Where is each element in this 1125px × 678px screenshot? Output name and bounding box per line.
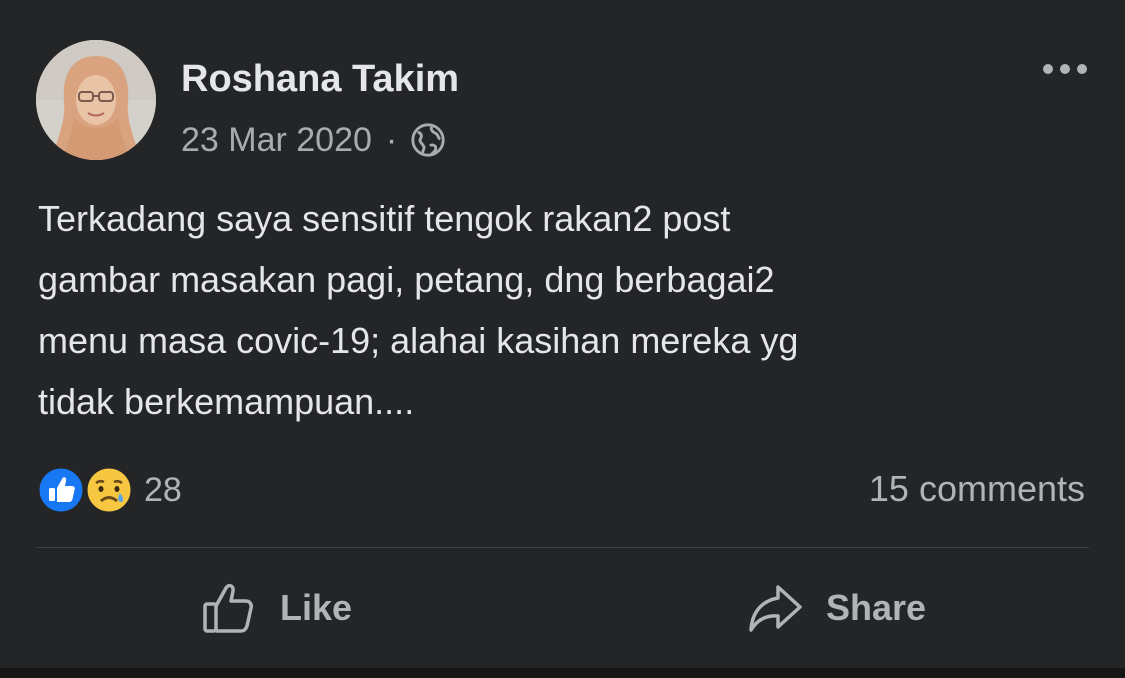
meta-separator: · [385, 120, 398, 159]
comments-count[interactable]: 15 comments [869, 468, 1085, 510]
more-dot [1060, 64, 1070, 74]
post-text-line: tidak berkemampuan.... [38, 381, 415, 422]
avatar-photo [36, 40, 156, 160]
post-meta: 23 Mar 2020 · [181, 118, 447, 162]
share-arrow-icon [749, 585, 802, 632]
post-text-line: gambar masakan pagi, petang, dng berbaga… [38, 259, 775, 300]
reactions-summary[interactable]: 28 [36, 464, 182, 516]
author-name[interactable]: Roshana Takim [181, 58, 459, 101]
more-dot [1077, 64, 1087, 74]
like-button[interactable]: Like [200, 576, 352, 640]
post-card: Roshana Takim 23 Mar 2020 · Terkadang sa… [0, 0, 1125, 668]
post-text: Terkadang saya sensitif tengok rakan2 po… [38, 188, 1088, 432]
share-button[interactable]: Share [746, 576, 926, 640]
more-dot [1043, 64, 1053, 74]
reaction-count: 28 [144, 470, 182, 509]
post-text-line: menu masa covic-19; alahai kasihan merek… [38, 320, 799, 361]
post-date[interactable]: 23 Mar 2020 [181, 121, 372, 160]
post-text-line: Terkadang saya sensitif tengok rakan2 po… [38, 198, 731, 239]
divider [36, 547, 1089, 548]
like-reaction-icon [36, 465, 86, 515]
globe-icon [411, 123, 445, 157]
like-label: Like [280, 587, 353, 628]
share-label: Share [826, 587, 927, 628]
feed-separator [0, 668, 1125, 678]
more-options-button[interactable] [1038, 54, 1092, 84]
avatar[interactable] [36, 40, 156, 160]
sad-reaction-icon [84, 465, 134, 515]
thumbs-up-icon [203, 583, 253, 633]
